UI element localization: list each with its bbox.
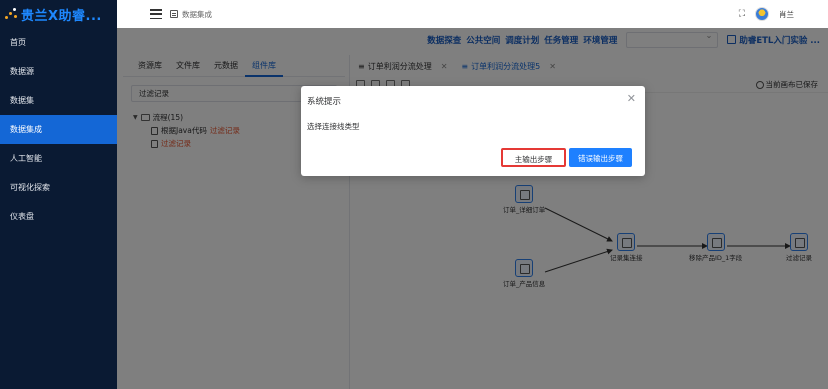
sidebar-item-dataset[interactable]: 数据集 xyxy=(0,86,117,115)
top-header: 数据集成 ⛶ 肖兰 xyxy=(117,0,828,28)
sidebar-item-datasource[interactable]: 数据源 xyxy=(0,57,117,86)
sidebar-item-dashboard[interactable]: 仪表盘 xyxy=(0,202,117,231)
dialog-title: 系统提示 xyxy=(307,97,342,107)
menu-fold-icon[interactable] xyxy=(150,9,162,19)
username[interactable]: 肖兰 xyxy=(779,9,794,20)
sidebar: 贵兰X助睿... 首页 数据源 数据集 数据集成 人工智能 可视化探索 仪表盘 xyxy=(0,0,117,389)
sidebar-item-ai[interactable]: 人工智能 xyxy=(0,144,117,173)
system-prompt-dialog: 系统提示 ✕ 选择连接线类型 主输出步骤 错误输出步骤 xyxy=(301,86,645,176)
avatar[interactable] xyxy=(755,7,769,21)
brand[interactable]: 贵兰X助睿... xyxy=(0,0,117,28)
close-icon[interactable]: ✕ xyxy=(627,92,636,105)
fullscreen-icon[interactable]: ⛶ xyxy=(739,9,745,19)
sidebar-item-data-integration[interactable]: 数据集成 xyxy=(0,115,117,144)
sidebar-item-visual-explore[interactable]: 可视化探索 xyxy=(0,173,117,202)
logo-icon xyxy=(4,7,18,21)
sidebar-item-home[interactable]: 首页 xyxy=(0,28,117,57)
list-icon xyxy=(170,10,178,18)
breadcrumb-current: 数据集成 xyxy=(182,9,212,19)
breadcrumb: 数据集成 xyxy=(170,9,212,20)
dialog-message: 选择连接线类型 xyxy=(307,122,360,131)
brand-title: 贵兰X助睿... xyxy=(21,8,102,24)
error-output-step-button[interactable]: 错误输出步骤 xyxy=(569,148,632,167)
main-output-step-button[interactable]: 主输出步骤 xyxy=(501,148,566,167)
modal-overlay[interactable] xyxy=(117,28,828,389)
